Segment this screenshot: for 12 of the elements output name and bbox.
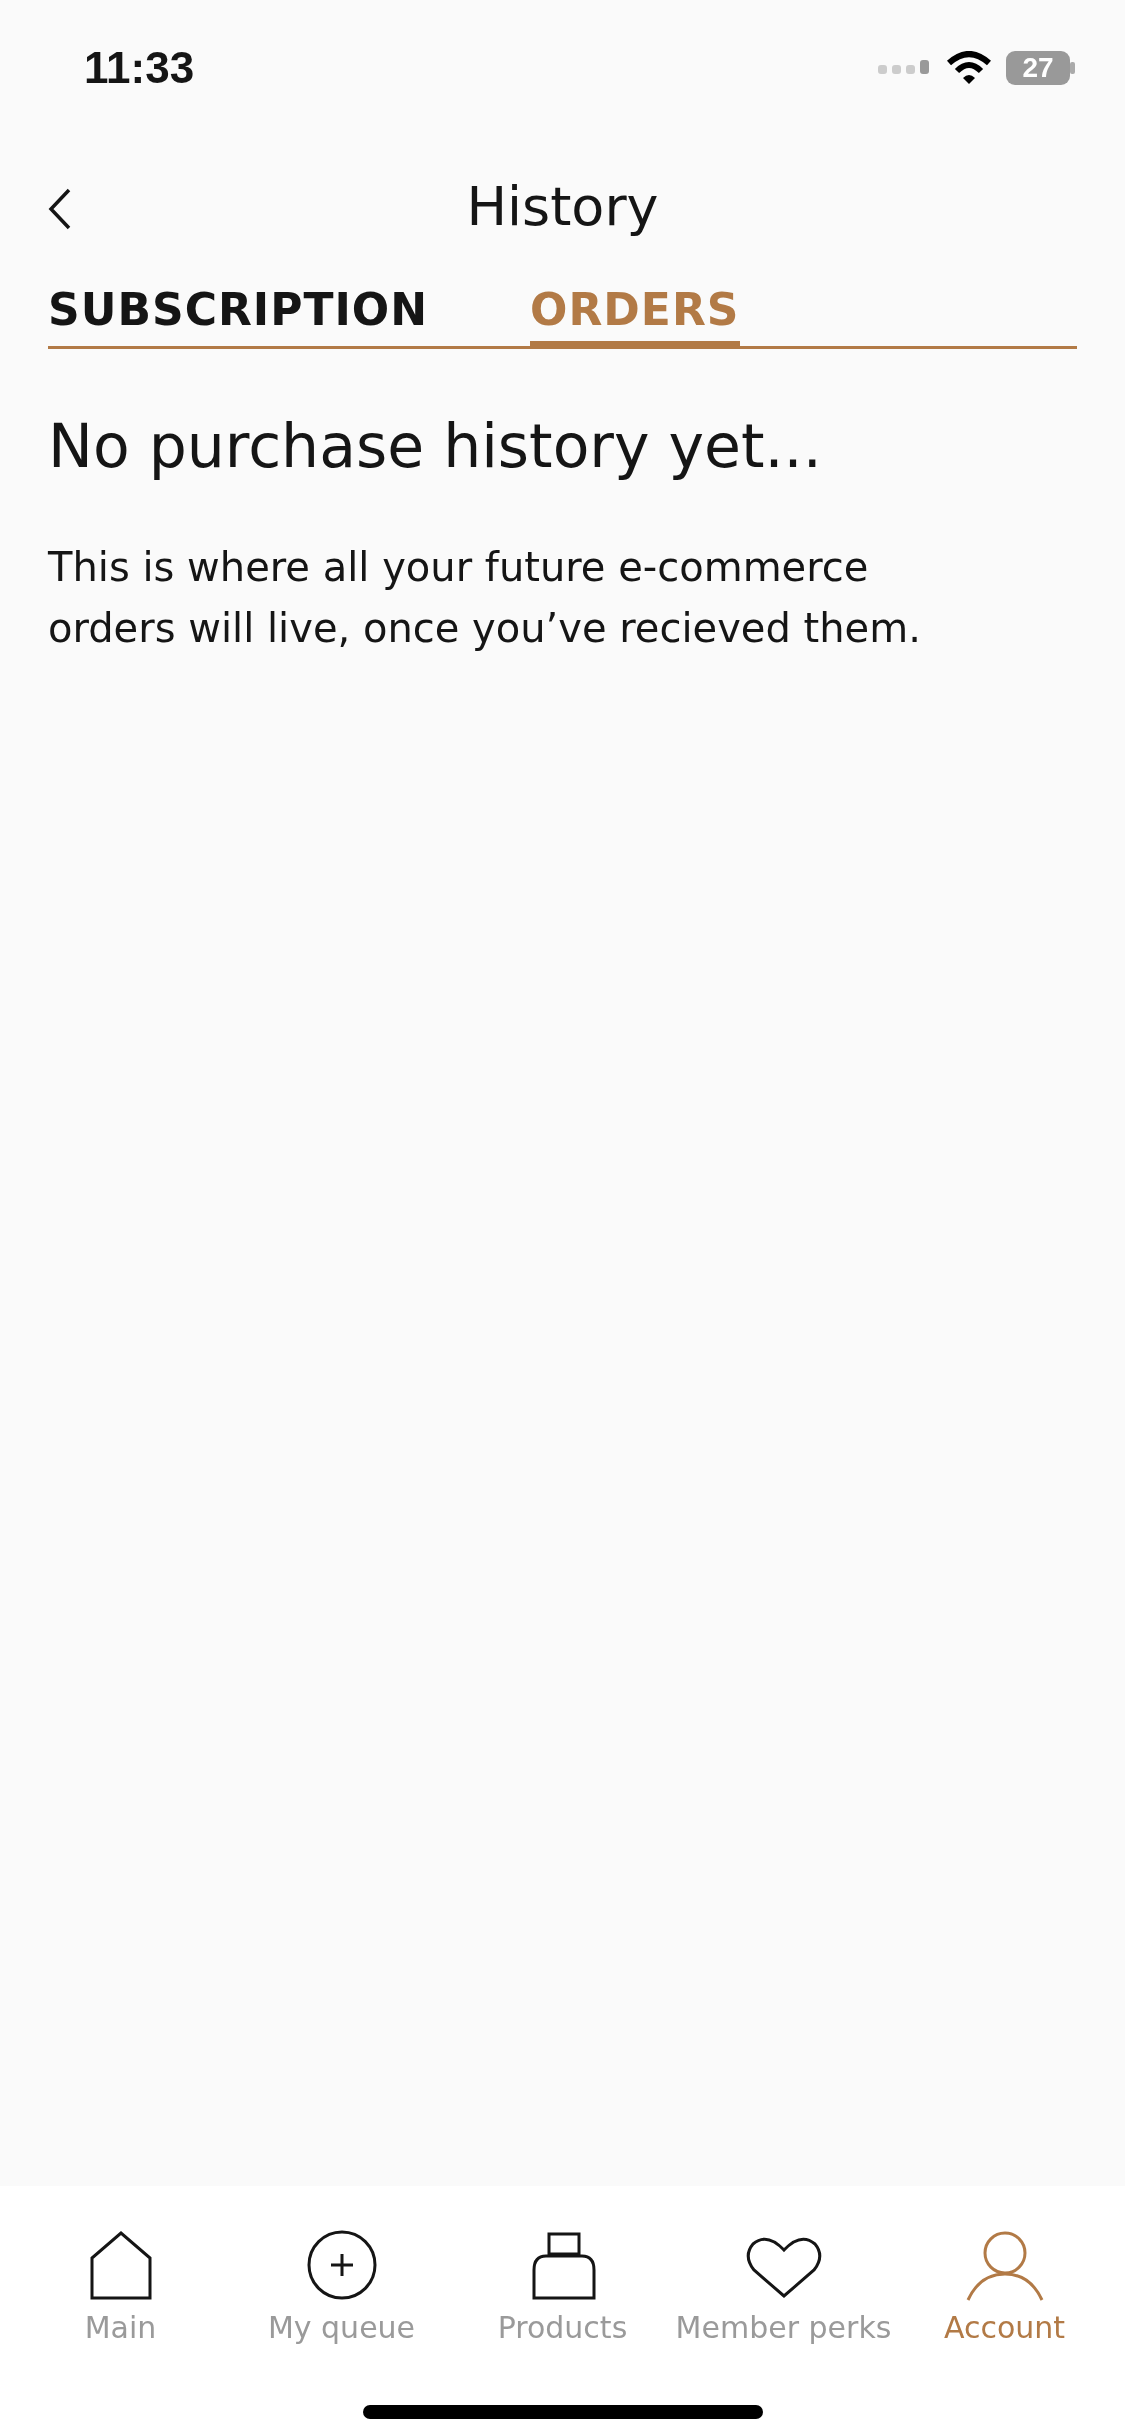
- nav-tab[interactable]: Products: [457, 2208, 668, 2345]
- empty-state-heading: No purchase history yet...: [48, 411, 823, 481]
- tab[interactable]: SUBSCRIPTION: [48, 284, 429, 349]
- status-time: 11:33: [84, 43, 195, 93]
- nav-tab[interactable]: Main: [15, 2208, 226, 2345]
- nav-tab[interactable]: Member perks: [678, 2208, 889, 2345]
- nav-tab[interactable]: My queue: [236, 2208, 447, 2345]
- battery-level: 27: [1006, 51, 1070, 85]
- nav-tab[interactable]: Account: [899, 2208, 1110, 2345]
- tab[interactable]: ORDERS: [530, 284, 740, 349]
- page-title: History: [466, 174, 659, 238]
- empty-state-message: This is where all your future e-commerce orders will live, once you’ve recieved them.: [48, 543, 922, 653]
